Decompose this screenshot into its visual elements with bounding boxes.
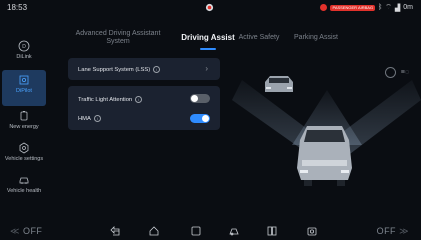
tab-active-indicator [200,48,216,50]
climate-right-control[interactable]: OFF ≫ [377,226,409,237]
car-health-icon [19,177,29,184]
back-icon[interactable] [110,225,122,237]
climate-left-label: OFF [22,226,43,236]
vehicle-control-icon[interactable] [228,225,240,237]
svg-text:D: D [22,44,26,50]
split-screen-icon[interactable] [266,225,278,237]
sidebar-item-label: Vehicle settings [4,156,44,162]
no-entry-icon [320,4,328,11]
sidebar-item-dilink[interactable]: D DiLink [2,36,46,72]
toggle-knob [202,115,209,122]
steering-grid-icon [19,75,29,85]
airbag-badge: PASSENGER AIRBAG [330,4,376,11]
lss-row[interactable]: Lane Support System (LSS) i › [68,58,220,80]
lss-label-text: Lane Support System (LSS) [78,67,151,74]
climate-right-label: OFF [376,226,397,236]
sidebar-item-label: DiPilot [16,88,32,94]
sidebar-item-label: New energy [9,124,39,130]
sidebar-item-vehicle-health[interactable]: Vehicle health [2,170,46,206]
ego-car [297,126,352,186]
sidebar-item-label: Vehicle health [6,188,42,194]
status-bar: 18:53 PASSENGER AIRBAG ᛒ ⌔ ▟ 0m [0,0,421,16]
traffic-light-label: Traffic Light Attention i [78,96,143,104]
toggle-panel: Traffic Light Attention i HMA i [68,86,220,130]
sidebar-item-dipilot[interactable]: DiPilot [2,70,46,106]
sidebar-item-new-energy[interactable]: New energy [2,106,46,142]
signal-icon: ▟ [394,4,401,12]
hma-toggle[interactable] [190,114,210,123]
climate-left-control[interactable]: ≪ OFF [10,226,42,237]
chevron-right-icon: › [205,64,208,73]
bottom-bar: ≪ OFF OFF ≫ [0,220,421,240]
home-icon[interactable] [148,225,160,237]
tab-parking-assist[interactable]: Parking Assist [286,34,346,41]
fan-left-icon: ≪ [10,226,20,236]
bluetooth-icon: ᛒ [378,4,383,11]
lss-label: Lane Support System (LSS) i [78,66,161,74]
hma-label: HMA i [78,115,101,122]
sidebar-item-vehicle-settings[interactable]: Vehicle settings [2,138,46,174]
status-right-group: PASSENGER AIRBAG ᛒ ⌔ ▟ 0m [320,3,413,12]
toggle-knob [191,95,198,102]
tab-bar: Advanced Driving Assistant System Drivin… [60,26,360,54]
traffic-light-toggle[interactable] [190,94,210,103]
hma-label-text: HMA [78,116,91,123]
info-icon[interactable]: i [93,115,101,122]
camera-icon[interactable] [306,225,318,237]
lead-car [265,76,293,92]
sidebar: D DiLink DiPilot New energy Vehicle sett… [0,20,48,208]
tab-active-safety[interactable]: Active Safety [230,34,288,41]
d-circle-icon: D [18,40,30,52]
wifi-icon: ⌔ [385,4,392,11]
fan-right-icon: ≫ [399,226,409,236]
recent-apps-icon[interactable] [190,225,202,237]
battery-icon [20,111,28,121]
status-right-text: 0m [403,4,413,11]
gear-icon [19,142,29,154]
traffic-light-label-text: Traffic Light Attention [78,97,133,104]
info-icon[interactable]: i [153,66,161,73]
app-notification-icon [205,3,214,12]
sidebar-item-label: DiLink [16,54,32,60]
tab-adas[interactable]: Advanced Driving Assistant System [68,30,168,46]
info-icon[interactable]: i [135,96,143,103]
status-time: 18:53 [7,3,28,12]
car-scene [232,76,421,186]
